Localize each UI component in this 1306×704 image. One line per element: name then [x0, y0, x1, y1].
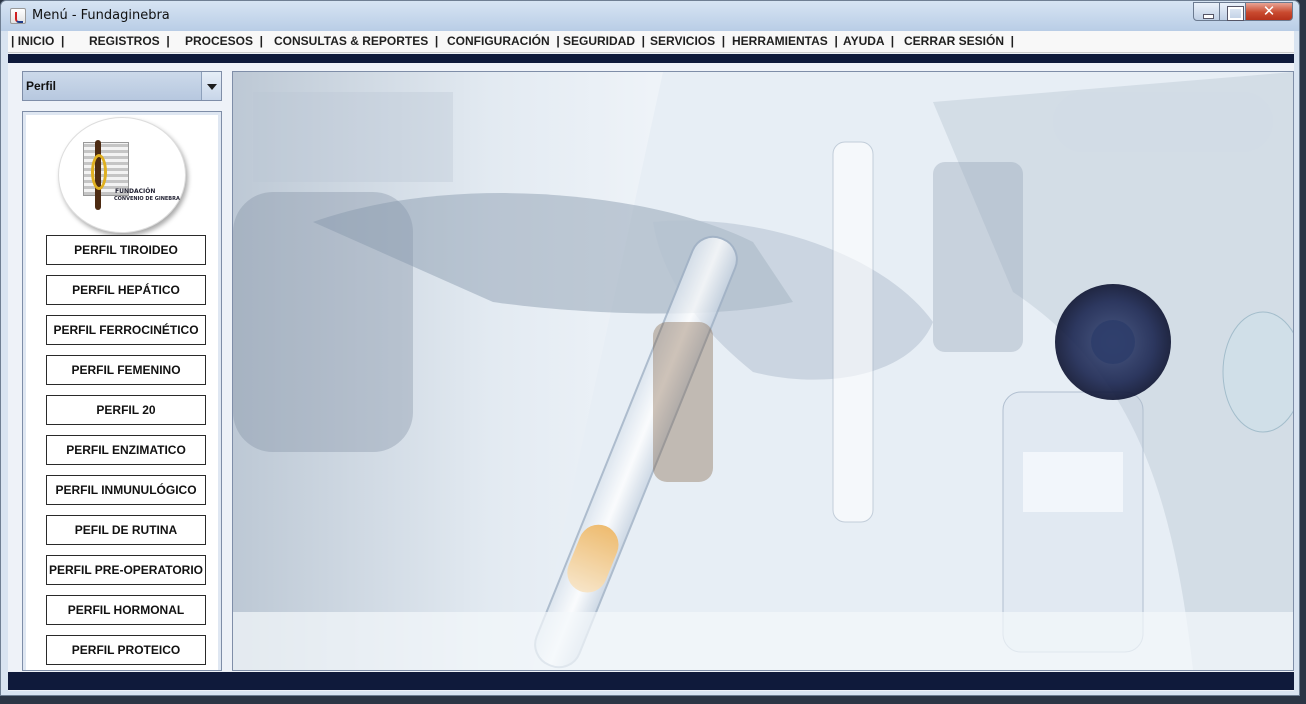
profile-type-select[interactable]: Perfil — [22, 71, 222, 101]
lab-illustration — [233, 72, 1293, 670]
lab-bench — [233, 612, 1293, 670]
perfil-rutina-button[interactable]: PEFIL DE RUTINA — [46, 515, 206, 545]
profile-type-value: Perfil — [26, 79, 57, 93]
profile-list-content: FUNDACIÓN CONVENIO DE GINEBRA PERFIL TIR… — [26, 115, 218, 670]
logo-text-fundacion: FUNDACIÓN — [115, 188, 156, 195]
perfil-inmunologico-button[interactable]: PERFIL INMUNULÓGICO — [46, 475, 206, 505]
fundacion-logo: FUNDACIÓN CONVENIO DE GINEBRA — [58, 117, 186, 233]
amber-bottle — [653, 322, 713, 482]
menu-configuracion[interactable]: CONFIGURACIÓN | — [447, 34, 560, 48]
menu-ayuda[interactable]: AYUDA | — [843, 34, 894, 48]
perfil-20-button[interactable]: PERFIL 20 — [46, 395, 206, 425]
perfil-femenino-button[interactable]: PERFIL FEMENINO — [46, 355, 206, 385]
microscope-column — [933, 162, 1023, 352]
bottle-label — [1023, 452, 1123, 512]
perfil-preoperatorio-button[interactable]: PERFIL PRE-OPERATORIO — [46, 555, 206, 585]
perfil-proteico-button[interactable]: PERFIL PROTEICO — [46, 635, 206, 665]
perfil-hormonal-button[interactable]: PERFIL HORMONAL — [46, 595, 206, 625]
menu-cerrar-sesion[interactable]: CERRAR SESIÓN | — [904, 34, 1014, 48]
snake-icon — [91, 154, 107, 190]
close-icon: ✕ — [1262, 2, 1276, 20]
profile-list-panel[interactable]: FUNDACIÓN CONVENIO DE GINEBRA PERFIL TIR… — [22, 111, 222, 671]
java-app-icon — [10, 8, 26, 24]
client-area: | INICIO | REGISTROS | PROCESOS | CONSUL… — [8, 31, 1294, 691]
menu-herramientas[interactable]: HERRAMIENTAS | — [732, 34, 838, 48]
minimize-button[interactable] — [1193, 2, 1220, 21]
close-button[interactable]: ✕ — [1245, 2, 1293, 21]
maximize-button[interactable] — [1219, 2, 1246, 21]
perfil-enzimatico-button[interactable]: PERFIL ENZIMATICO — [46, 435, 206, 465]
microscope-arm — [1053, 92, 1273, 152]
status-band — [8, 672, 1294, 690]
laboratory-background-image — [232, 71, 1294, 671]
menu-procesos[interactable]: PROCESOS | — [185, 34, 263, 48]
graduated-cylinder — [832, 141, 874, 523]
menu-seguridad[interactable]: SEGURIDAD | — [563, 34, 645, 48]
menu-consultas-reportes[interactable]: CONSULTAS & REPORTES | — [274, 34, 438, 48]
perfil-ferrocinetico-button[interactable]: PERFIL FERROCINÉTICO — [46, 315, 206, 345]
window-title: Menú - Fundaginebra — [32, 8, 170, 23]
logo-text-convenio: CONVENIO DE GINEBRA — [114, 196, 180, 202]
perfil-tiroideo-button[interactable]: PERFIL TIROIDEO — [46, 235, 206, 265]
cabinet-window — [253, 92, 453, 182]
header-band — [8, 54, 1294, 63]
perfil-hepatico-button[interactable]: PERFIL HEPÁTICO — [46, 275, 206, 305]
main-window: Menú - Fundaginebra ✕ | INICIO | REGISTR… — [0, 0, 1300, 696]
chevron-down-icon[interactable] — [201, 72, 221, 100]
menu-registros[interactable]: REGISTROS | — [89, 34, 170, 48]
menu-servicios[interactable]: SERVICIOS | — [650, 34, 725, 48]
menu-inicio[interactable]: | INICIO | — [11, 34, 64, 48]
title-bar[interactable]: Menú - Fundaginebra ✕ — [1, 1, 1299, 31]
menu-bar: | INICIO | REGISTROS | PROCESOS | CONSUL… — [8, 31, 1294, 53]
